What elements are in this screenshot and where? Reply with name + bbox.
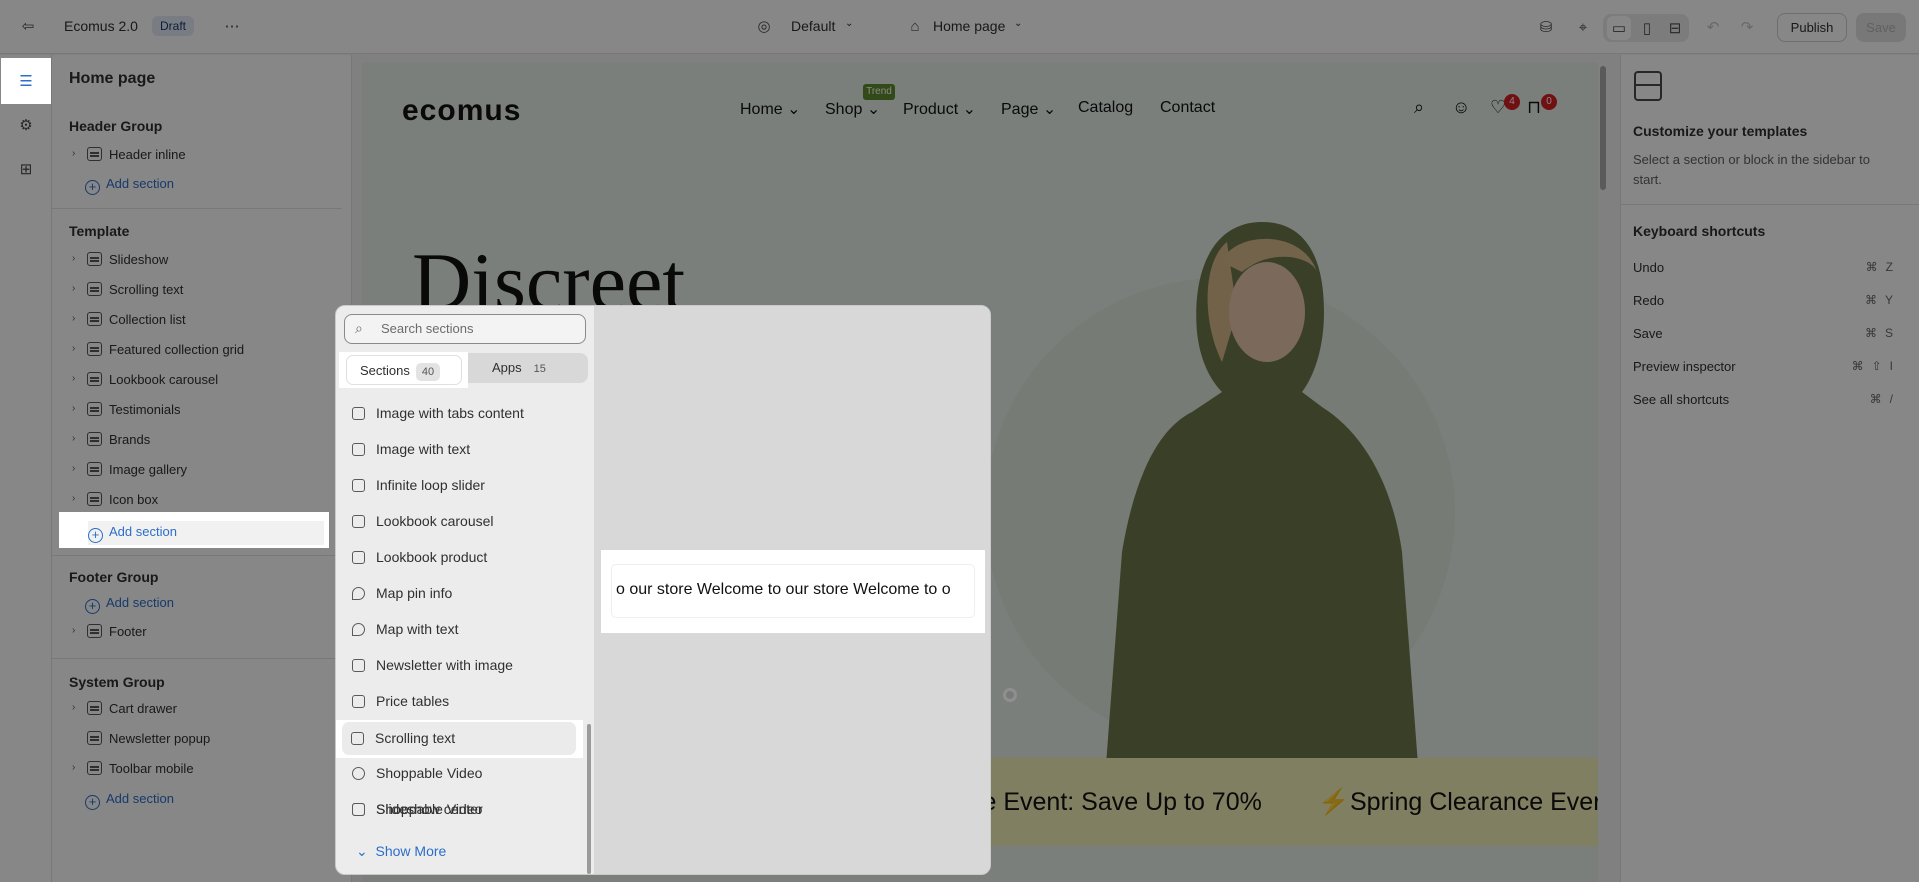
add-section-template[interactable]: + Add section [88, 521, 324, 545]
section-preview-thumbnail: o our store Welcome to our store Welcome… [612, 565, 974, 617]
list-item[interactable]: Newsletter with image [336, 648, 594, 682]
plus-circle-icon: + [88, 528, 103, 543]
section-icon [351, 732, 364, 745]
shortcuts-title: Keyboard shortcuts [1633, 223, 1766, 239]
shortcut-see-all[interactable]: See all shortcuts ⌘/ [1633, 392, 1901, 412]
list-item[interactable]: Lookbook product [336, 540, 594, 574]
list-item[interactable]: Map pin info [336, 576, 594, 610]
slideshow-icon [352, 803, 365, 816]
divider [1621, 204, 1919, 205]
search-input[interactable]: Search sections [344, 314, 586, 344]
tab-apps[interactable]: Apps 15 [492, 353, 552, 383]
section-icon [352, 551, 365, 564]
panel-title: Customize your templates [1633, 123, 1808, 139]
template-icon [1634, 71, 1662, 101]
list-item[interactable]: Price tables [336, 684, 594, 718]
panel-description: Select a section or block in the sidebar… [1633, 152, 1871, 187]
section-icon [352, 407, 365, 420]
shortcut-undo: Undo ⌘Z [1633, 260, 1901, 275]
list-item[interactable]: Slideshow center [336, 792, 594, 826]
list-item[interactable]: Lookbook carousel [336, 504, 594, 538]
search-icon: ⌕ [355, 320, 363, 336]
tab-sections[interactable]: Sections 40 [346, 355, 462, 385]
sections-icon-highlighted[interactable]: ☰ [14, 69, 38, 93]
list-item[interactable]: Map with text [336, 612, 594, 646]
list-item-scrolling-text[interactable]: Scrolling text [342, 722, 576, 755]
shortcut-redo: Redo ⌘Y [1633, 293, 1901, 308]
shortcut-preview-inspector: Preview inspector ⌘⇧I [1633, 359, 1901, 374]
list-item[interactable]: Image with text [336, 432, 594, 466]
section-icon [352, 515, 365, 528]
section-icon [352, 443, 365, 456]
shortcut-save: Save ⌘S [1633, 326, 1901, 341]
map-pin-icon [352, 623, 365, 636]
template-icon-bar [1634, 84, 1662, 86]
show-more-button[interactable]: ⌄ Show More [356, 843, 446, 860]
section-icon [352, 479, 365, 492]
map-pin-icon [352, 587, 365, 600]
list-item[interactable]: Image with tabs content [336, 396, 594, 430]
right-panel: Customize your templates Select a sectio… [1620, 55, 1919, 882]
mail-icon [352, 659, 365, 672]
slideshow-dot[interactable] [1003, 688, 1017, 702]
list-item[interactable]: Shoppable Video [336, 756, 594, 790]
list-item[interactable]: Infinite loop slider [336, 468, 594, 502]
tag-icon [352, 695, 365, 708]
video-icon [352, 767, 365, 780]
